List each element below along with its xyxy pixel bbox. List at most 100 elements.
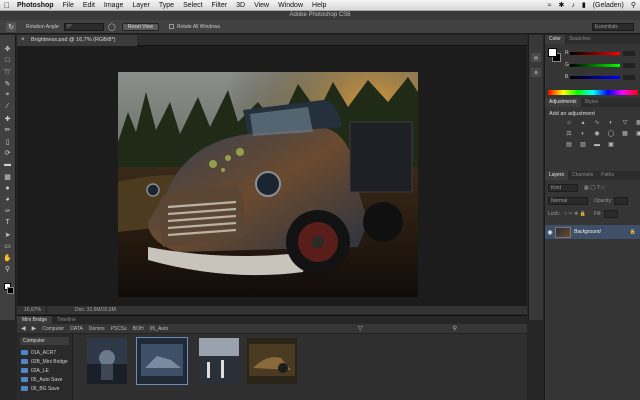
red-slider[interactable]	[570, 51, 620, 55]
tab-paths[interactable]: Paths	[597, 171, 618, 180]
workspace-switcher[interactable]: Essentials	[592, 22, 634, 31]
menu-photoshop[interactable]: Photoshop	[17, 2, 54, 9]
breadcrumb-data[interactable]: DATA	[70, 326, 83, 332]
path-select-tool-icon[interactable]: ➤	[2, 231, 13, 239]
blue-slider[interactable]	[570, 75, 620, 79]
gradient-tool-icon[interactable]: ▦	[2, 173, 13, 181]
tab-styles[interactable]: Styles	[581, 98, 603, 107]
lasso-tool-icon[interactable]: ➰	[2, 68, 13, 76]
breadcrumb-demos[interactable]: Demos	[89, 326, 105, 332]
folder-item[interactable]: 02B_Mini Bridge	[17, 357, 72, 366]
zoom-level[interactable]: 16,67%	[17, 306, 47, 314]
tab-layers[interactable]: Layers	[545, 171, 569, 180]
volume-icon[interactable]: ♪	[571, 2, 575, 9]
eye-icon[interactable]: ◉	[545, 229, 555, 236]
history-brush-tool-icon[interactable]: ⟳	[2, 149, 13, 157]
folder-item[interactable]: 05_Auto Save	[17, 375, 72, 384]
menu-help[interactable]: Help	[312, 2, 326, 9]
spotlight-icon[interactable]: ⚲	[631, 1, 636, 9]
move-tool-icon[interactable]: ✥	[2, 45, 13, 53]
lock-buttons[interactable]: □ ✑ ✥ 🔒	[564, 211, 586, 217]
apple-icon[interactable]: 	[4, 1, 10, 10]
marquee-tool-icon[interactable]: □	[2, 57, 13, 65]
thumbnail-2[interactable]	[136, 337, 188, 385]
menu-edit[interactable]: Edit	[83, 2, 95, 9]
menu-type[interactable]: Type	[159, 2, 174, 9]
tab-mini-bridge[interactable]: Mini Bridge	[17, 316, 53, 324]
layer-filter-icons[interactable]: ▦ ◯ T □	[584, 185, 604, 191]
crop-tool-icon[interactable]: ⌖	[2, 91, 13, 99]
properties-icon[interactable]: ⚙	[531, 68, 541, 77]
curves-icon[interactable]: ∿	[593, 120, 601, 127]
tab-timeline[interactable]: Timeline	[52, 316, 81, 324]
quick-select-tool-icon[interactable]: ✎	[2, 80, 13, 88]
type-tool-icon[interactable]: T	[2, 219, 13, 227]
layer-name[interactable]: Background	[574, 229, 601, 235]
breadcrumb-computer[interactable]: Computer	[42, 326, 64, 332]
back-arrow-icon[interactable]: ◀	[21, 325, 26, 332]
selective-color-icon[interactable]: ▣	[607, 142, 615, 149]
brush-tool-icon[interactable]: ✏	[2, 126, 13, 134]
rotate-all-windows-checkbox[interactable]	[168, 24, 174, 29]
rotate-view-tool-icon[interactable]: ↻	[6, 21, 16, 32]
shape-tool-icon[interactable]: ▭	[2, 242, 13, 250]
close-document-icon[interactable]: ×	[21, 35, 25, 46]
thumbnail-3[interactable]	[199, 338, 239, 384]
filter-icon[interactable]: ▽	[358, 325, 363, 332]
background-color-swatch[interactable]	[6, 286, 14, 294]
folder-item[interactable]: 01A_ACR7	[17, 348, 72, 357]
gradient-map-icon[interactable]: ▬	[593, 142, 601, 149]
rotation-angle-input[interactable]: 0°	[63, 22, 104, 31]
rotation-dial-icon[interactable]: ◯	[108, 23, 116, 31]
levels-icon[interactable]: ▴	[579, 120, 587, 127]
menu-select[interactable]: Select	[183, 2, 202, 9]
battery-icon[interactable]: ▮	[582, 1, 586, 9]
menu-layer[interactable]: Layer	[132, 2, 150, 9]
menu-file[interactable]: File	[63, 2, 74, 9]
panel-foreground-swatch[interactable]	[548, 48, 557, 57]
clone-stamp-tool-icon[interactable]: ▯	[2, 138, 13, 146]
tab-adjustments[interactable]: Adjustments	[545, 98, 581, 107]
forward-arrow-icon[interactable]: ▶	[32, 325, 37, 332]
threshold-icon[interactable]: ▧	[579, 142, 587, 149]
pen-tool-icon[interactable]: ✑	[2, 207, 13, 215]
history-icon[interactable]: ▤	[531, 53, 541, 62]
breadcrumb-pscss[interactable]: PSCSs	[111, 326, 127, 332]
blur-tool-icon[interactable]: ●	[2, 184, 13, 192]
color-spectrum[interactable]	[548, 90, 638, 95]
green-value-input[interactable]	[623, 62, 635, 68]
hand-tool-icon[interactable]: ✋	[2, 254, 13, 262]
thumbnail-1[interactable]	[87, 338, 127, 384]
thumbnail-4[interactable]	[247, 338, 297, 384]
tab-color[interactable]: Color	[545, 35, 565, 44]
wifi-icon[interactable]: ≈	[548, 2, 552, 9]
green-slider[interactable]	[570, 63, 620, 67]
color-lookup-icon[interactable]: ▦	[621, 131, 629, 138]
menu-image[interactable]: Image	[104, 2, 123, 9]
invert-icon[interactable]: ▣	[635, 131, 640, 138]
layer-kind-filter[interactable]: Kind	[548, 184, 578, 192]
channel-mixer-icon[interactable]: ◯	[607, 131, 615, 138]
opacity-input[interactable]	[614, 197, 629, 205]
blue-value-input[interactable]	[623, 74, 635, 80]
breadcrumb-boh[interactable]: BOH	[133, 326, 144, 332]
dodge-tool-icon[interactable]: ◕	[2, 196, 13, 204]
menu-3d[interactable]: 3D	[236, 2, 245, 9]
menubar-user[interactable]: (Geladen)	[593, 2, 624, 9]
tab-swatches[interactable]: Swatches	[565, 35, 595, 44]
menu-filter[interactable]: Filter	[212, 2, 228, 9]
fill-input[interactable]	[603, 210, 618, 218]
menu-view[interactable]: View	[254, 2, 269, 9]
folder-item[interactable]: 06_BG Save	[17, 384, 72, 393]
eyedropper-tool-icon[interactable]: ⁄	[2, 103, 13, 111]
healing-brush-tool-icon[interactable]: ✚	[2, 115, 13, 123]
photo-filter-icon[interactable]: ◉	[593, 131, 601, 138]
exposure-icon[interactable]: ◐	[607, 120, 615, 127]
menu-window[interactable]: Window	[278, 2, 303, 9]
folder-item[interactable]: 03A_LE	[17, 366, 72, 375]
bluetooth-icon[interactable]: ✱	[558, 1, 564, 9]
document-size-info[interactable]: Doc: 32,6M/32,6M	[47, 306, 116, 314]
red-value-input[interactable]	[623, 50, 635, 56]
black-white-icon[interactable]: ◐	[579, 131, 587, 138]
canvas-area[interactable]	[17, 46, 527, 306]
